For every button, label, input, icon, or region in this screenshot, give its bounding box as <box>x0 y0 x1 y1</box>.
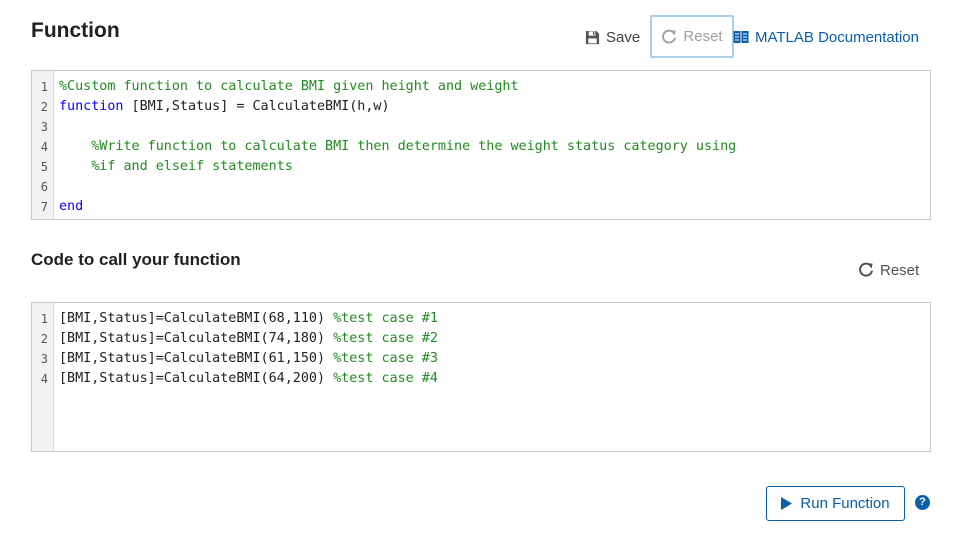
code-text: [BMI,Status]=CalculateBMI(68,110) %test … <box>59 309 438 329</box>
function-title: Function <box>31 19 120 42</box>
code-line: 2 function [BMI,Status] = CalculateBMI(h,… <box>32 97 930 117</box>
reset-function-button[interactable]: Reset <box>650 15 734 58</box>
reset-function-label: Reset <box>683 28 723 45</box>
code-token: [BMI,Status] = CalculateBMI(h,w) <box>123 99 390 114</box>
call-section-title: Code to call your function <box>31 250 241 269</box>
reset-call-label: Reset <box>880 261 920 279</box>
refresh-icon <box>858 262 874 278</box>
run-function-button[interactable]: Run Function <box>766 486 905 521</box>
code-text: [BMI,Status]=CalculateBMI(64,200) %test … <box>59 369 438 389</box>
question-circle-icon[interactable]: ? <box>915 495 930 510</box>
code-comment: %test case #3 <box>333 351 438 366</box>
call-code-editor[interactable]: 1 [BMI,Status]=CalculateBMI(68,110) %test… <box>31 302 931 452</box>
code-text: %Write function to calculate BMI then de… <box>59 137 736 157</box>
code-text: [BMI,Status]=CalculateBMI(74,180) %test … <box>59 329 438 349</box>
code-token: [BMI,Status]=CalculateBMI(64,200) <box>59 371 334 386</box>
code-text: %if and elseif statements <box>59 157 293 177</box>
documentation-label: MATLAB Documentation <box>755 28 919 46</box>
floppy-disk-icon <box>585 30 600 45</box>
code-line: 3 [BMI,Status]=CalculateBMI(61,150) %test… <box>32 349 930 369</box>
line-number: 5 <box>40 160 48 174</box>
line-number: 4 <box>40 372 48 386</box>
code-line: 7 end <box>32 197 930 217</box>
line-number: 1 <box>40 80 48 94</box>
play-icon <box>781 497 793 510</box>
code-line: 1 %Custom function to calculate BMI given… <box>32 77 930 97</box>
code-lines: 1 %Custom function to calculate BMI given… <box>32 77 930 217</box>
code-text: end <box>59 197 83 217</box>
code-line: 4 %Write function to calculate BMI then … <box>32 137 930 157</box>
code-comment: %if and elseif statements <box>59 159 293 174</box>
code-text: function [BMI,Status] = CalculateBMI(h,w… <box>59 97 390 117</box>
code-text: %Custom function to calculate BMI given … <box>59 77 519 97</box>
code-line: 4 [BMI,Status]=CalculateBMI(64,200) %test… <box>32 369 930 389</box>
code-line: 2 [BMI,Status]=CalculateBMI(74,180) %test… <box>32 329 930 349</box>
code-comment: %test case #1 <box>333 311 438 326</box>
code-comment: %test case #4 <box>333 371 438 386</box>
line-number: 2 <box>40 100 48 114</box>
code-comment: %test case #2 <box>333 331 438 346</box>
function-code-editor[interactable]: 1 %Custom function to calculate BMI given… <box>31 70 931 220</box>
code-token: [BMI,Status]=CalculateBMI(68,110) <box>59 311 334 326</box>
line-number: 6 <box>40 180 48 194</box>
code-keyword: function <box>59 99 124 114</box>
code-line: 5 %if and elseif statements <box>32 157 930 177</box>
code-line: 3 <box>32 117 930 137</box>
line-number: 1 <box>40 312 48 326</box>
code-text: [BMI,Status]=CalculateBMI(61,150) %test … <box>59 349 438 369</box>
save-button[interactable]: Save <box>584 26 641 48</box>
code-token: [BMI,Status]=CalculateBMI(61,150) <box>59 351 334 366</box>
line-number: 4 <box>40 140 48 154</box>
code-token: [BMI,Status]=CalculateBMI(74,180) <box>59 331 334 346</box>
refresh-icon <box>661 29 677 45</box>
code-line: 6 <box>32 177 930 197</box>
code-comment: %Write function to calculate BMI then de… <box>59 139 737 154</box>
code-keyword: end <box>59 199 84 214</box>
save-label: Save <box>606 28 641 46</box>
line-number: 3 <box>40 120 48 134</box>
code-line: 1 [BMI,Status]=CalculateBMI(68,110) %test… <box>32 309 930 329</box>
line-number: 3 <box>40 352 48 366</box>
matlab-documentation-link[interactable]: MATLAB Documentation <box>732 26 920 48</box>
line-number: 7 <box>40 200 48 214</box>
line-number: 2 <box>40 332 48 346</box>
code-lines: 1 [BMI,Status]=CalculateBMI(68,110) %test… <box>32 309 930 389</box>
code-comment: %Custom function to calculate BMI given … <box>59 79 519 94</box>
matlab-grader-page: Function Save Reset MATLAB Documentation… <box>0 0 964 549</box>
book-icon <box>733 30 749 44</box>
run-function-label: Run Function <box>800 495 890 512</box>
reset-call-button[interactable]: Reset <box>857 259 920 281</box>
